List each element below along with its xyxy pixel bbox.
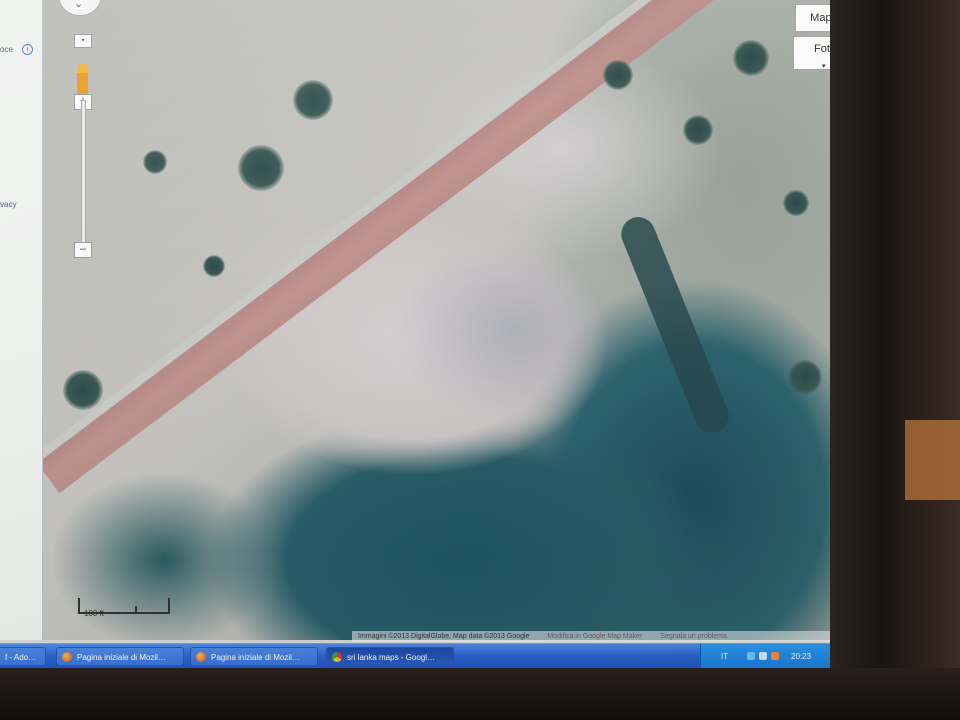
screen: oce i vacy ⌄ ▪ + – Mappa Foto ▾ 100 ft I… xyxy=(0,0,830,668)
tree xyxy=(293,80,333,120)
map-type-map-button[interactable]: Mappa xyxy=(795,4,830,32)
tree xyxy=(603,60,633,90)
system-tray: IT 20:23 xyxy=(700,644,830,668)
zoom-out-button[interactable]: – xyxy=(74,242,92,258)
zoom-slider[interactable]: ▪ + – xyxy=(74,34,92,260)
side-panel-text-privacy[interactable]: vacy xyxy=(0,200,16,209)
imagery-credit: Immagini ©2013 DigitalGlobe, Map data ©2… xyxy=(358,633,530,640)
tree xyxy=(788,360,822,394)
clock[interactable]: 20:23 xyxy=(791,652,811,661)
tree xyxy=(683,115,713,145)
zoom-track[interactable] xyxy=(81,100,86,252)
background-wall xyxy=(905,420,960,500)
tree xyxy=(783,190,809,216)
creek xyxy=(616,212,734,438)
language-indicator[interactable]: IT xyxy=(721,652,728,661)
street-view-toggle[interactable]: ▪ xyxy=(74,34,92,48)
monitor-bezel-right xyxy=(830,0,960,720)
firefox-icon xyxy=(196,652,206,662)
network-icon[interactable] xyxy=(747,652,755,660)
taskbar-item-label: f - Ado… xyxy=(5,653,37,662)
chevron-down-icon[interactable]: ▾ xyxy=(822,55,826,79)
taskbar-item-firefox-1[interactable]: Pagina iniziale di Mozil… xyxy=(56,647,184,666)
tree xyxy=(203,255,225,277)
report-problem-link[interactable]: Segnala un problema xyxy=(660,633,727,640)
chevron-down-icon[interactable]: ⌄ xyxy=(74,0,83,10)
taskbar: f - Ado… Pagina iniziale di Mozil… Pagin… xyxy=(0,643,830,668)
monitor-bezel-bottom xyxy=(0,668,960,720)
pegman-icon[interactable] xyxy=(77,64,88,94)
taskbar-item-chrome[interactable]: sri lanka maps - Googl… xyxy=(326,647,454,666)
tree xyxy=(733,40,769,76)
tree xyxy=(143,150,167,174)
taskbar-item-app[interactable]: f - Ado… xyxy=(0,647,46,666)
side-panel-text-top: oce xyxy=(0,45,13,54)
satellite-map[interactable] xyxy=(43,0,830,640)
map-attribution: Immagini ©2013 DigitalGlobe, Map data ©2… xyxy=(352,631,830,642)
taskbar-item-firefox-2[interactable]: Pagina iniziale di Mozil… xyxy=(190,647,318,666)
map-type-photo-button[interactable]: Foto ▾ xyxy=(793,36,830,70)
side-panel: oce i vacy xyxy=(0,0,43,640)
scale-label: 100 ft xyxy=(84,609,105,618)
edit-in-map-maker-link[interactable]: Modifica in Google Map Maker xyxy=(547,633,642,640)
firefox-icon xyxy=(62,652,72,662)
tree xyxy=(238,145,284,191)
map-type-photo-label: Foto xyxy=(813,43,830,55)
security-icon[interactable] xyxy=(771,652,779,660)
taskbar-item-label: sri lanka maps - Googl… xyxy=(347,653,436,662)
taskbar-item-label: Pagina iniziale di Mozil… xyxy=(77,653,166,662)
tree xyxy=(63,370,103,410)
chrome-icon xyxy=(332,652,342,662)
info-icon[interactable]: i xyxy=(22,44,33,55)
taskbar-item-label: Pagina iniziale di Mozil… xyxy=(211,653,300,662)
volume-icon[interactable] xyxy=(759,652,767,660)
